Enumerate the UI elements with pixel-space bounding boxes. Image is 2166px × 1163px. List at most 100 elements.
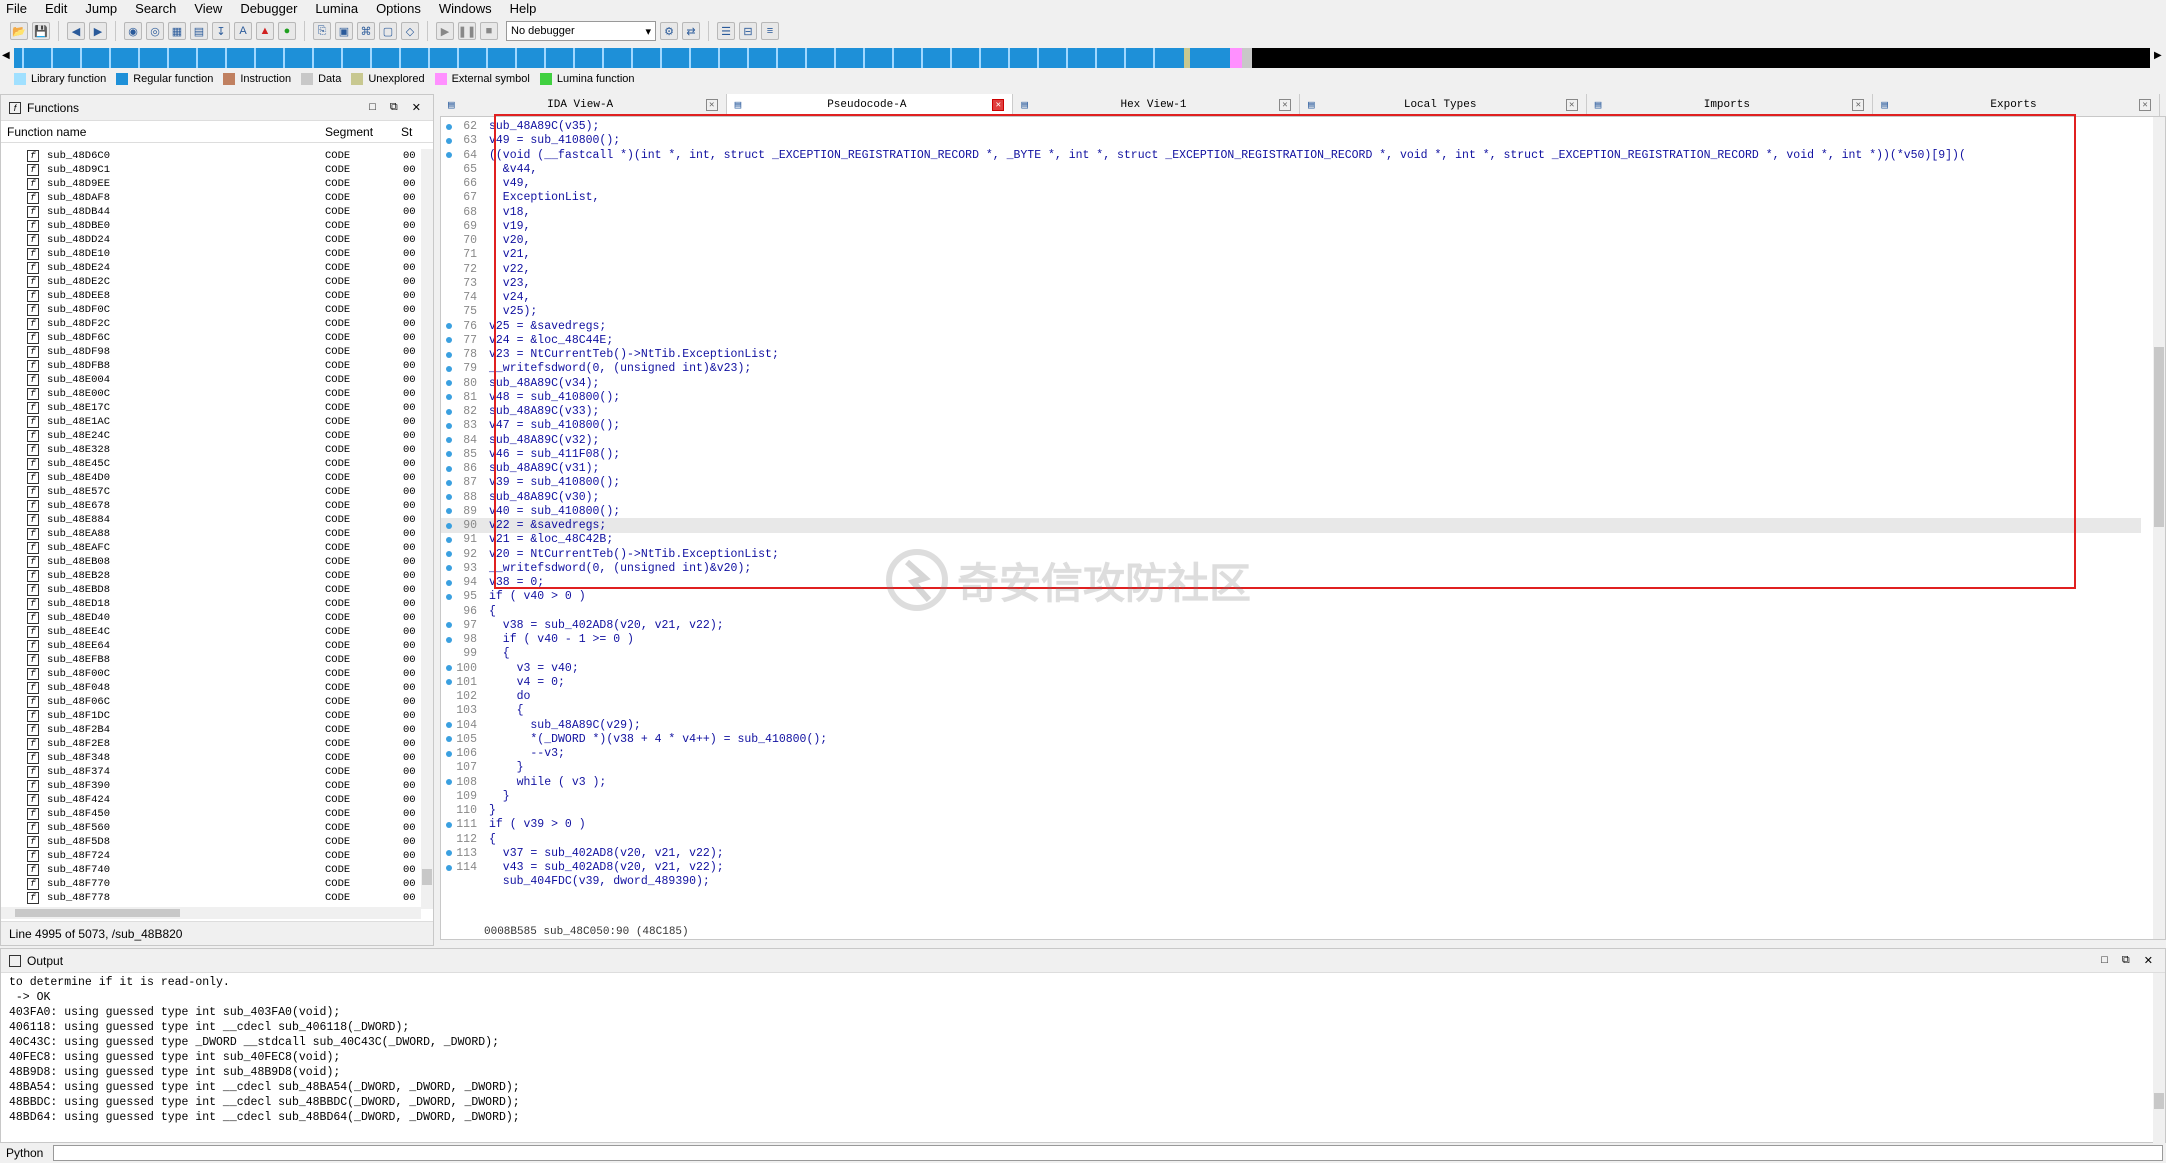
- scrollbar-thumb[interactable]: [15, 909, 180, 917]
- code-line[interactable]: 101 v4 = 0;: [441, 675, 2141, 690]
- breakpoint-dot-icon[interactable]: [446, 422, 452, 429]
- function-row[interactable]: f sub_48F048 CODE 00: [1, 681, 421, 695]
- graph-icon[interactable]: ◉: [124, 22, 142, 40]
- breakpoint-dot-icon[interactable]: [446, 494, 452, 500]
- breakpoint-dot-icon[interactable]: [446, 152, 452, 158]
- function-row[interactable]: f sub_48ED40 CODE 00: [1, 611, 421, 625]
- watch-icon[interactable]: ≡: [761, 22, 779, 40]
- breakpoint-dot-icon[interactable]: [446, 137, 452, 144]
- code-line[interactable]: 105 *(_DWORD *)(v38 + 4 * v4++) = sub_41…: [441, 732, 2141, 747]
- script-icon[interactable]: ◇: [401, 22, 419, 40]
- breakpoint-dot-icon[interactable]: [446, 821, 452, 828]
- data-icon[interactable]: ▢: [379, 22, 397, 40]
- code-line[interactable]: 114 v43 = sub_402AD8(v20, v21, v22);: [441, 860, 2141, 875]
- functions-hscrollbar[interactable]: [1, 907, 421, 919]
- maximize-icon[interactable]: □: [2101, 954, 2108, 967]
- pause-icon[interactable]: ❚❚: [458, 22, 476, 40]
- tab-close-icon[interactable]: ✕: [992, 99, 1005, 111]
- breakpoint-dot-icon[interactable]: [446, 123, 452, 130]
- column-header-st[interactable]: St: [401, 125, 412, 139]
- menu-item-options[interactable]: Options: [376, 1, 421, 16]
- function-row[interactable]: f sub_48DE2C CODE 00: [1, 275, 421, 289]
- breakpoint-dot-icon[interactable]: [446, 593, 452, 600]
- float-icon[interactable]: ⧉: [2122, 954, 2130, 967]
- tab-pseudocode-a[interactable]: ▤ Pseudocode-A ✕: [726, 94, 1014, 116]
- function-row[interactable]: f sub_48EE4C CODE 00: [1, 625, 421, 639]
- function-row[interactable]: f sub_48D9EE CODE 00: [1, 177, 421, 191]
- code-line[interactable]: 100 v3 = v40;: [441, 661, 2141, 676]
- code-line[interactable]: 113 v37 = sub_402AD8(v20, v21, v22);: [441, 846, 2141, 861]
- column-header-segment[interactable]: Segment: [325, 125, 401, 139]
- tab-ida-view-a[interactable]: ▤ IDA View-A ✕: [440, 94, 727, 116]
- tab-local-types[interactable]: ▤ Local Types ✕: [1300, 94, 1587, 116]
- function-row[interactable]: f sub_48E884 CODE 00: [1, 513, 421, 527]
- menu-item-help[interactable]: Help: [510, 1, 537, 16]
- function-row[interactable]: f sub_48F740 CODE 00: [1, 863, 421, 877]
- function-row[interactable]: f sub_48F2B4 CODE 00: [1, 723, 421, 737]
- tab-close-icon[interactable]: ✕: [1279, 99, 1292, 111]
- code-line[interactable]: 108 while ( v3 );: [441, 775, 2141, 790]
- function-row[interactable]: f sub_48DB44 CODE 00: [1, 205, 421, 219]
- hex-icon[interactable]: ▦: [168, 22, 186, 40]
- function-row[interactable]: f sub_48F06C CODE 00: [1, 695, 421, 709]
- python-label[interactable]: Python: [6, 1146, 43, 1160]
- function-row[interactable]: f sub_48DF6C CODE 00: [1, 331, 421, 345]
- breakpoint-dot-icon[interactable]: [446, 779, 452, 785]
- tab-imports[interactable]: ▤ Imports ✕: [1587, 94, 1874, 116]
- function-row[interactable]: f sub_48F2E8 CODE 00: [1, 737, 421, 751]
- segments-icon[interactable]: ▣: [335, 22, 353, 40]
- breakpoint-dot-icon[interactable]: [446, 522, 452, 529]
- function-row[interactable]: f sub_48DEE8 CODE 00: [1, 289, 421, 303]
- scrollbar-thumb[interactable]: [422, 869, 432, 885]
- code-line[interactable]: 98 if ( v40 - 1 >= 0 ): [441, 632, 2141, 647]
- code-line[interactable]: 102 do: [441, 689, 2141, 704]
- function-row[interactable]: f sub_48EAFC CODE 00: [1, 541, 421, 555]
- structures-icon[interactable]: ▤: [190, 22, 208, 40]
- function-row[interactable]: f sub_48DE24 CODE 00: [1, 261, 421, 275]
- function-row[interactable]: f sub_48E57C CODE 00: [1, 485, 421, 499]
- function-row[interactable]: f sub_48F424 CODE 00: [1, 793, 421, 807]
- breakpoint-dot-icon[interactable]: [446, 665, 452, 671]
- menu-item-file[interactable]: File: [6, 1, 27, 16]
- copy-icon[interactable]: ⎘: [313, 22, 331, 40]
- menu-item-jump[interactable]: Jump: [85, 1, 117, 16]
- output-scrollbar[interactable]: [2153, 973, 2165, 1143]
- run-icon[interactable]: ▶: [436, 22, 454, 40]
- code-line[interactable]: sub_404FDC(v39, dword_489390);: [441, 874, 2141, 889]
- function-row[interactable]: f sub_48F374 CODE 00: [1, 765, 421, 779]
- function-row[interactable]: f sub_48E4D0 CODE 00: [1, 471, 421, 485]
- breakpoint-dot-icon[interactable]: [446, 365, 452, 372]
- tab-hex-view-1[interactable]: ▤ Hex View-1 ✕: [1013, 94, 1301, 116]
- proximity-icon[interactable]: ◎: [146, 22, 164, 40]
- breakpoint-dot-icon[interactable]: [446, 864, 452, 871]
- menu-item-lumina[interactable]: Lumina: [315, 1, 358, 16]
- open-icon[interactable]: 📂: [10, 22, 28, 40]
- menu-item-windows[interactable]: Windows: [439, 1, 492, 16]
- function-row[interactable]: f sub_48EB08 CODE 00: [1, 555, 421, 569]
- column-header-function-name[interactable]: Function name: [7, 125, 325, 139]
- tab-close-icon[interactable]: ✕: [1852, 99, 1865, 111]
- breakpoint-dot-icon[interactable]: [446, 465, 452, 472]
- breakpoint-dot-icon[interactable]: [446, 408, 452, 415]
- function-row[interactable]: f sub_48DE10 CODE 00: [1, 247, 421, 261]
- breakpoint-dot-icon[interactable]: [446, 479, 452, 486]
- editor-scrollbar[interactable]: [2153, 117, 2165, 939]
- function-row[interactable]: f sub_48E1AC CODE 00: [1, 415, 421, 429]
- breakpoints-icon[interactable]: ⊟: [739, 22, 757, 40]
- menu-item-view[interactable]: View: [194, 1, 222, 16]
- color-icon[interactable]: ▲: [256, 22, 274, 40]
- scrollbar-thumb[interactable]: [2154, 347, 2164, 527]
- python-input[interactable]: [53, 1145, 2164, 1161]
- function-row[interactable]: f sub_48F1DC CODE 00: [1, 709, 421, 723]
- function-row[interactable]: f sub_48DFB8 CODE 00: [1, 359, 421, 373]
- function-row[interactable]: f sub_48DAF8 CODE 00: [1, 191, 421, 205]
- function-row[interactable]: f sub_48D9C1 CODE 00: [1, 163, 421, 177]
- breakpoint-dot-icon[interactable]: [446, 722, 452, 728]
- nav-left-arrow-icon[interactable]: ◀: [2, 50, 10, 61]
- forward-icon[interactable]: ▶: [89, 22, 107, 40]
- code-line[interactable]: 97 v38 = sub_402AD8(v20, v21, v22);: [441, 618, 2141, 633]
- save-icon[interactable]: 💾: [32, 22, 50, 40]
- code-line[interactable]: 112 {: [441, 832, 2141, 847]
- list-icon[interactable]: ☰: [717, 22, 735, 40]
- menu-item-debugger[interactable]: Debugger: [240, 1, 297, 16]
